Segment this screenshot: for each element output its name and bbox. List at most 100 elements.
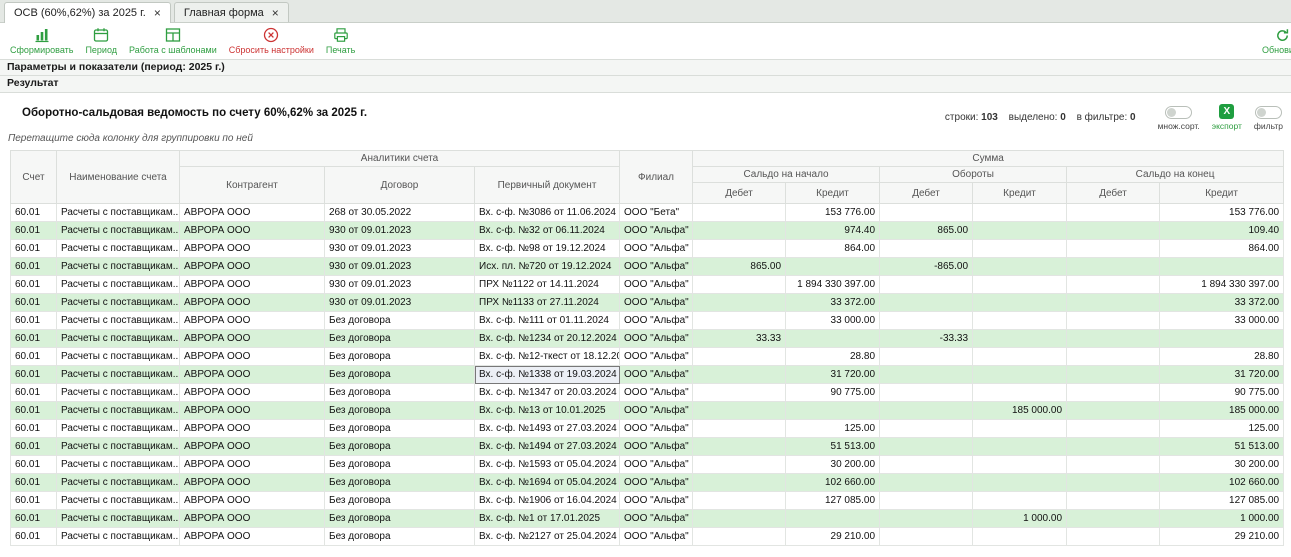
table-cell[interactable]: ООО "Альфа": [620, 312, 693, 330]
multisort-toggle-icon[interactable]: [1165, 106, 1192, 119]
table-cell[interactable]: Без договора: [325, 312, 475, 330]
table-cell[interactable]: 125.00: [1160, 420, 1284, 438]
table-cell[interactable]: 865.00: [880, 222, 973, 240]
table-cell[interactable]: [1067, 528, 1160, 546]
table-row[interactable]: 60.01Расчеты с поставщикам...АВРОРА ОООБ…: [11, 366, 1284, 384]
table-cell[interactable]: 930 от 09.01.2023: [325, 276, 475, 294]
table-cell[interactable]: [880, 366, 973, 384]
table-cell[interactable]: [693, 456, 786, 474]
table-cell[interactable]: [693, 474, 786, 492]
table-cell[interactable]: Без договора: [325, 492, 475, 510]
table-cell[interactable]: АВРОРА ООО: [180, 510, 325, 528]
table-cell[interactable]: [693, 420, 786, 438]
table-row[interactable]: 60.01Расчеты с поставщикам...АВРОРА ООО9…: [11, 294, 1284, 312]
excel-export-icon[interactable]: X: [1219, 104, 1234, 119]
table-cell[interactable]: [973, 366, 1067, 384]
table-cell[interactable]: 33 372.00: [786, 294, 880, 312]
table-cell[interactable]: Расчеты с поставщикам...: [57, 276, 180, 294]
table-cell[interactable]: [1067, 258, 1160, 276]
filter-toggle-icon[interactable]: [1255, 106, 1282, 119]
table-cell[interactable]: 33 000.00: [786, 312, 880, 330]
table-cell[interactable]: Без договора: [325, 528, 475, 546]
table-cell[interactable]: 28.80: [786, 348, 880, 366]
table-cell[interactable]: 60.01: [11, 474, 57, 492]
group-drop-zone[interactable]: Перетащите сюда колонку для группировки …: [8, 133, 1291, 144]
table-cell[interactable]: 1 894 330 397.00: [1160, 276, 1284, 294]
table-cell[interactable]: 125.00: [786, 420, 880, 438]
table-cell[interactable]: [880, 474, 973, 492]
table-cell[interactable]: [973, 258, 1067, 276]
table-cell[interactable]: [880, 276, 973, 294]
table-cell[interactable]: [786, 402, 880, 420]
table-cell[interactable]: 90 775.00: [1160, 384, 1284, 402]
table-cell[interactable]: [973, 384, 1067, 402]
table-cell[interactable]: 102 660.00: [1160, 474, 1284, 492]
table-cell[interactable]: ПРХ №1133 от 27.11.2024: [475, 294, 620, 312]
table-cell[interactable]: Вх. с-ф. №1234 от 20.12.2024: [475, 330, 620, 348]
table-cell[interactable]: Вх. с-ф. №32 от 06.11.2024: [475, 222, 620, 240]
table-cell[interactable]: 1 000.00: [973, 510, 1067, 528]
table-cell[interactable]: ООО "Альфа": [620, 492, 693, 510]
table-cell[interactable]: [973, 276, 1067, 294]
table-cell[interactable]: [880, 456, 973, 474]
table-cell[interactable]: [880, 420, 973, 438]
table-cell[interactable]: АВРОРА ООО: [180, 312, 325, 330]
col-group-summa[interactable]: Сумма: [693, 151, 1284, 167]
table-cell[interactable]: [1067, 420, 1160, 438]
table-cell[interactable]: Исх. пл. №720 от 19.12.2024: [475, 258, 620, 276]
table-cell[interactable]: [1067, 294, 1160, 312]
table-cell[interactable]: 60.01: [11, 330, 57, 348]
print-button[interactable]: Печать: [326, 26, 355, 59]
table-cell[interactable]: ООО "Альфа": [620, 330, 693, 348]
table-cell[interactable]: 185 000.00: [973, 402, 1067, 420]
table-cell[interactable]: 33 372.00: [1160, 294, 1284, 312]
table-cell[interactable]: Расчеты с поставщикам...: [57, 474, 180, 492]
table-cell[interactable]: -865.00: [880, 258, 973, 276]
table-cell[interactable]: [973, 438, 1067, 456]
table-cell[interactable]: АВРОРА ООО: [180, 420, 325, 438]
table-cell[interactable]: 127 085.00: [1160, 492, 1284, 510]
table-cell[interactable]: АВРОРА ООО: [180, 276, 325, 294]
table-cell[interactable]: Без договора: [325, 510, 475, 528]
table-row[interactable]: 60.01Расчеты с поставщикам...АВРОРА ОООБ…: [11, 312, 1284, 330]
table-cell[interactable]: [1160, 330, 1284, 348]
table-cell[interactable]: 60.01: [11, 294, 57, 312]
table-cell[interactable]: 109.40: [1160, 222, 1284, 240]
table-cell[interactable]: Вх. с-ф. №1 от 17.01.2025: [475, 510, 620, 528]
table-cell[interactable]: Вх. с-ф. №98 от 19.12.2024: [475, 240, 620, 258]
table-cell[interactable]: ООО "Альфа": [620, 474, 693, 492]
tab-main-form[interactable]: Главная форма ×: [174, 2, 289, 22]
table-cell[interactable]: [1067, 510, 1160, 528]
table-row[interactable]: 60.01Расчеты с поставщикам...АВРОРА ООО9…: [11, 258, 1284, 276]
table-cell[interactable]: Расчеты с поставщикам...: [57, 402, 180, 420]
table-cell[interactable]: Без договора: [325, 348, 475, 366]
table-cell[interactable]: [880, 312, 973, 330]
table-cell[interactable]: ООО "Альфа": [620, 456, 693, 474]
table-cell[interactable]: 33 000.00: [1160, 312, 1284, 330]
tab-osv-report[interactable]: ОСВ (60%,62%) за 2025 г. ×: [4, 2, 171, 23]
generate-button[interactable]: Сформировать: [10, 26, 73, 59]
table-cell[interactable]: 974.40: [786, 222, 880, 240]
table-cell[interactable]: Расчеты с поставщикам...: [57, 258, 180, 276]
table-cell[interactable]: 60.01: [11, 258, 57, 276]
table-cell[interactable]: Вх. с-ф. №111 от 01.11.2024: [475, 312, 620, 330]
table-cell[interactable]: [973, 294, 1067, 312]
table-cell[interactable]: ООО "Бета": [620, 204, 693, 222]
table-cell[interactable]: 51 513.00: [786, 438, 880, 456]
tab-close-icon[interactable]: ×: [272, 7, 279, 19]
table-cell[interactable]: [693, 240, 786, 258]
table-cell[interactable]: 865.00: [693, 258, 786, 276]
table-row[interactable]: 60.01Расчеты с поставщикам...АВРОРА ОООБ…: [11, 438, 1284, 456]
refresh-button[interactable]: Обновить: [1262, 26, 1291, 55]
table-cell[interactable]: [880, 240, 973, 258]
table-cell[interactable]: 51 513.00: [1160, 438, 1284, 456]
table-cell[interactable]: 153 776.00: [1160, 204, 1284, 222]
col-header-kredit-turnover[interactable]: Кредит: [973, 183, 1067, 204]
table-cell[interactable]: АВРОРА ООО: [180, 492, 325, 510]
table-cell[interactable]: 930 от 09.01.2023: [325, 294, 475, 312]
table-cell[interactable]: [786, 258, 880, 276]
col-header-doc[interactable]: Первичный документ: [475, 167, 620, 204]
table-cell[interactable]: Вх. с-ф. №1906 от 16.04.2024: [475, 492, 620, 510]
table-cell[interactable]: Расчеты с поставщикам...: [57, 528, 180, 546]
table-cell[interactable]: [693, 312, 786, 330]
